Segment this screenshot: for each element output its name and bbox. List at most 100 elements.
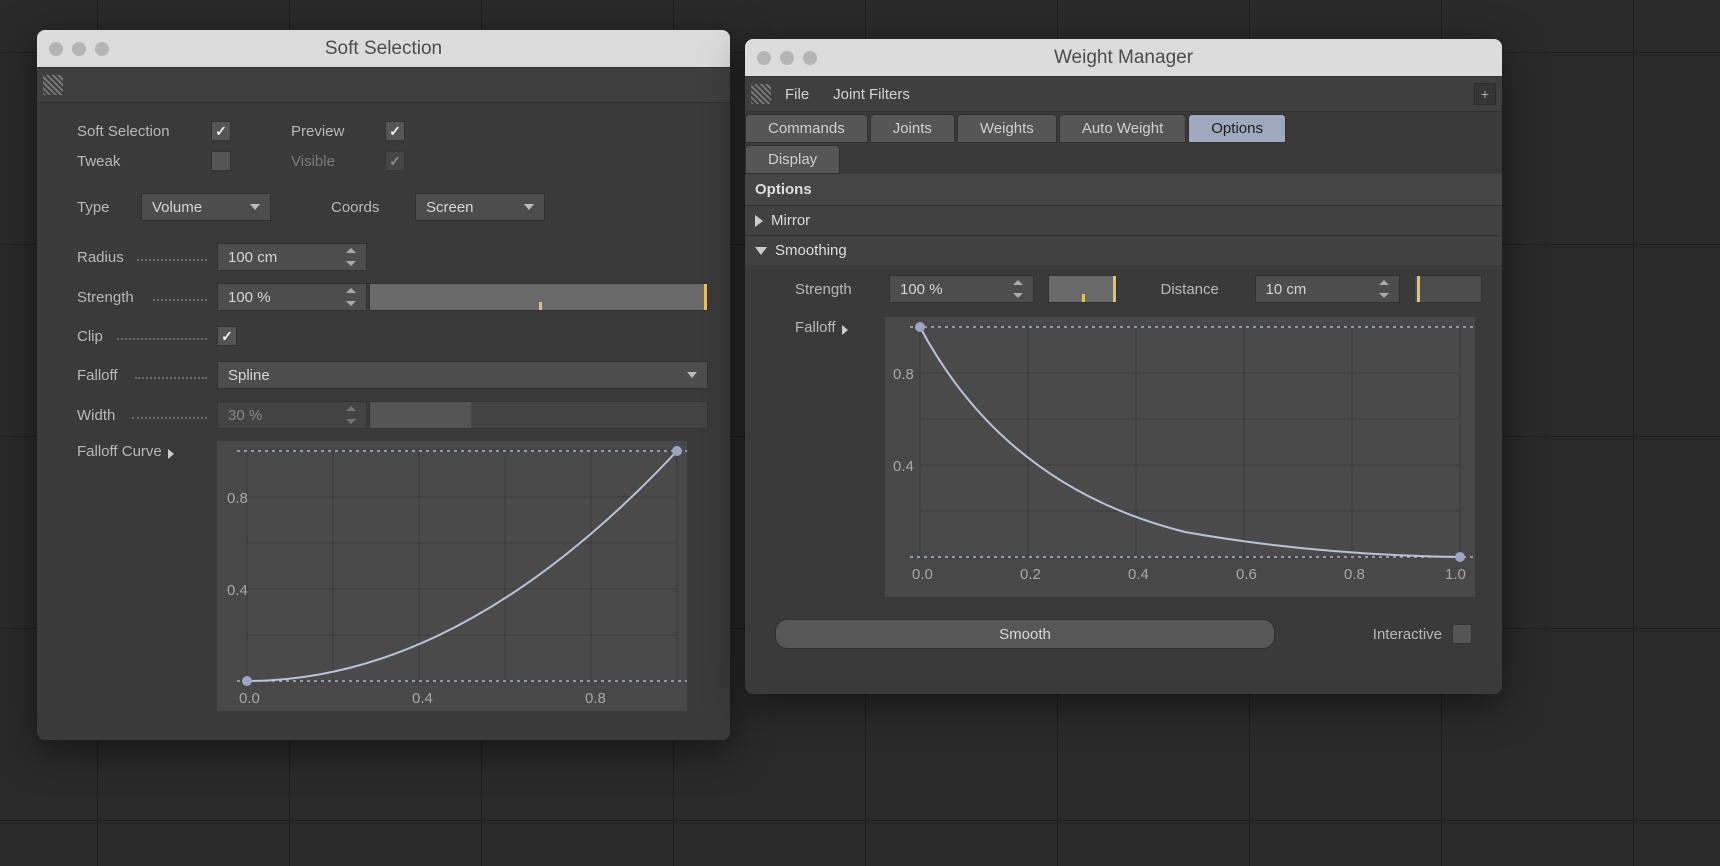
menu-joint-filters[interactable]: Joint Filters [823,83,920,106]
stepper-icon[interactable] [346,248,356,266]
width-label: Width [77,407,217,424]
caret-down-icon [524,204,534,210]
xtick: 0.4 [1128,566,1149,583]
wm-strength-slider[interactable] [1048,275,1117,303]
mirror-label: Mirror [771,212,810,229]
falloff-dropdown[interactable]: Spline [217,361,708,389]
wm-distance-input[interactable]: 10 cm [1255,275,1400,303]
maximize-icon[interactable] [803,51,817,65]
expand-icon[interactable] [842,325,848,335]
weight-manager-menubar: File Joint Filters + [745,76,1502,112]
tweak-checkbox[interactable] [211,151,231,171]
tweak-label: Tweak [77,153,197,170]
weight-manager-panel: Weight Manager File Joint Filters + Comm… [745,39,1502,694]
falloff-curve-wrap: Falloff Curve [77,441,708,711]
smoothing-label: Smoothing [775,242,847,259]
maximize-icon[interactable] [95,42,109,56]
hatch-icon[interactable] [43,75,63,95]
width-value: 30 % [228,407,262,424]
coords-value: Screen [426,199,474,216]
xtick: 0.0 [912,566,933,583]
wm-falloff-curve-wrap: Falloff [795,317,1482,597]
weight-manager-tabrow: Commands Joints Weights Auto Weight Opti… [745,112,1502,174]
preview-label: Preview [291,123,371,140]
interactive-checkbox[interactable] [1452,624,1472,644]
stepper-icon[interactable] [1013,280,1023,298]
wm-distance-label: Distance [1161,281,1241,298]
caret-down-icon [687,372,697,378]
tab-joints[interactable]: Joints [870,114,955,143]
smooth-button[interactable]: Smooth [775,619,1275,649]
weight-manager-footer: Smooth Interactive [745,607,1502,665]
soft-selection-title: Soft Selection [37,38,730,60]
type-label: Type [77,199,127,216]
add-button[interactable]: + [1474,83,1496,105]
tab-display[interactable]: Display [745,145,840,174]
xtick: 0.8 [585,690,606,707]
clip-checkbox[interactable] [217,326,237,346]
hatch-icon[interactable] [751,84,771,104]
weight-manager-titlebar[interactable]: Weight Manager [745,39,1502,76]
wm-strength-input[interactable]: 100 % [889,275,1034,303]
xtick: 0.6 [1236,566,1257,583]
soft-selection-checkbox[interactable] [211,121,231,141]
strength-input[interactable]: 100 % [217,283,367,311]
ytick: 0.8 [227,490,248,507]
falloff-label: Falloff [77,367,217,384]
ytick: 0.4 [893,458,914,475]
preview-checkbox[interactable] [385,121,405,141]
wm-strength-label: Strength [795,281,875,298]
close-icon[interactable] [757,51,771,65]
mirror-section[interactable]: Mirror [745,205,1502,235]
wm-distance-slider[interactable] [1414,275,1483,303]
width-input: 30 % [217,401,367,429]
strength-label: Strength [77,289,217,306]
tab-options[interactable]: Options [1188,114,1286,143]
radius-value: 100 cm [228,249,277,266]
minimize-icon[interactable] [780,51,794,65]
soft-selection-form: Soft Selection Preview Tweak Visible Typ… [37,103,730,721]
soft-selection-label: Soft Selection [77,123,197,140]
ytick: 0.4 [227,582,248,599]
stepper-icon [346,406,356,424]
strength-slider[interactable] [369,283,708,311]
expand-icon[interactable] [168,449,174,459]
menu-file[interactable]: File [775,83,819,106]
coords-dropdown[interactable]: Screen [415,193,545,221]
stepper-icon[interactable] [1379,280,1389,298]
stepper-icon[interactable] [346,288,356,306]
ytick: 0.8 [893,366,914,383]
falloff-curve-chart[interactable]: 0.8 0.4 0.0 0.4 0.8 [217,441,687,711]
xtick: 0.4 [412,690,433,707]
strength-value: 100 % [228,289,271,306]
soft-selection-menubar [37,67,730,103]
chevron-right-icon [755,215,763,227]
wm-strength-value: 100 % [900,281,943,298]
clip-label: Clip [77,328,217,345]
close-icon[interactable] [49,42,63,56]
minimize-icon[interactable] [72,42,86,56]
tab-commands[interactable]: Commands [745,114,868,143]
tab-auto-weight[interactable]: Auto Weight [1059,114,1186,143]
radius-input[interactable]: 100 cm [217,243,367,271]
caret-down-icon [250,204,260,210]
visible-label: Visible [291,153,371,170]
coords-label: Coords [331,199,401,216]
width-slider [369,401,708,429]
options-group-header: Options [745,174,1502,205]
soft-selection-panel: Soft Selection Soft Selection Preview Tw… [37,30,730,740]
soft-selection-titlebar[interactable]: Soft Selection [37,30,730,67]
visible-checkbox [385,151,405,171]
radius-label: Radius [77,249,217,266]
type-dropdown[interactable]: Volume [141,193,271,221]
wm-falloff-label: Falloff [795,319,836,336]
interactive-label: Interactive [1373,626,1442,643]
xtick: 0.2 [1020,566,1041,583]
smoothing-section[interactable]: Smoothing [745,235,1502,265]
smoothing-falloff-chart[interactable]: 0.8 0.4 0.0 0.2 0.4 0.6 0.8 1.0 [885,317,1475,597]
smoothing-form: Strength 100 % Distance 10 cm Falloff [745,265,1502,607]
falloff-value: Spline [228,367,270,384]
tab-weights[interactable]: Weights [957,114,1057,143]
xtick: 0.0 [239,690,260,707]
xtick: 1.0 [1445,566,1466,583]
